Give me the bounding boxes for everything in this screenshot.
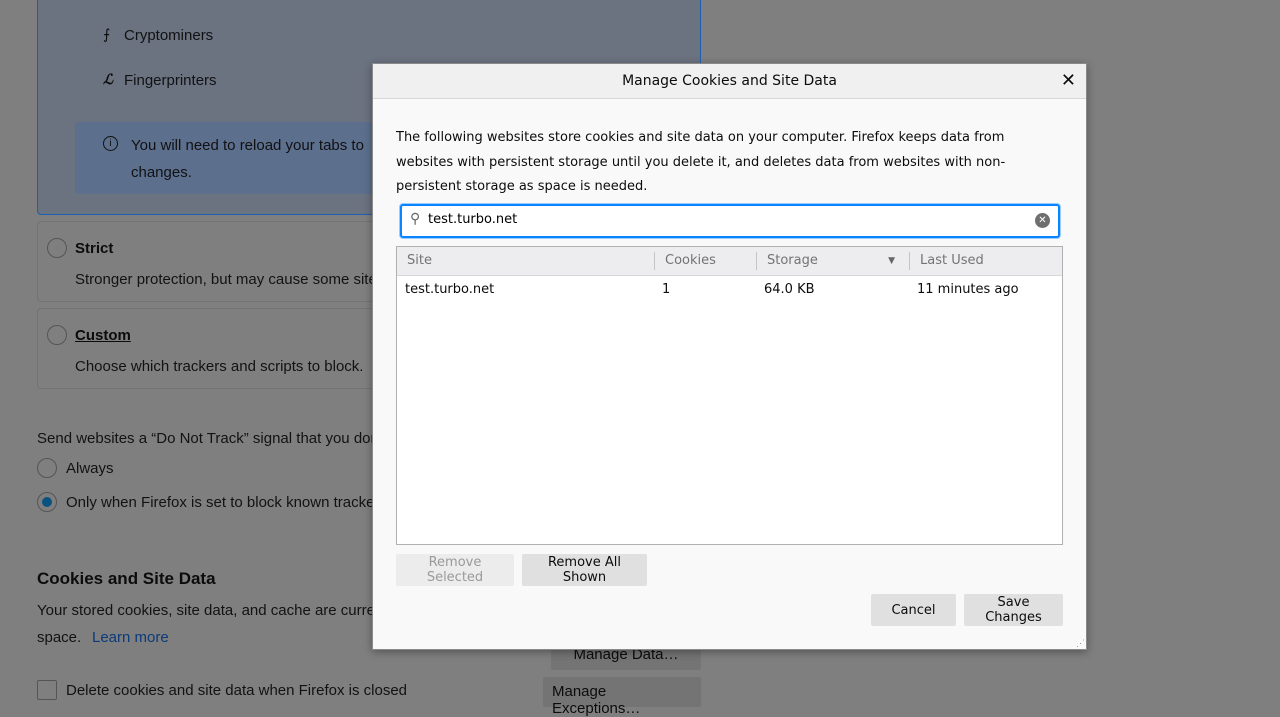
save-changes-button[interactable]: Save Changes bbox=[964, 594, 1063, 626]
manage-cookies-dialog: Manage Cookies and Site Data ✕ The follo… bbox=[372, 63, 1087, 650]
cookies-desc-2: space. bbox=[37, 629, 82, 646]
dialog-header: Manage Cookies and Site Data bbox=[373, 64, 1086, 99]
remove-selected-button[interactable]: Remove Selected bbox=[396, 554, 514, 586]
cell-last-used: 11 minutes ago bbox=[917, 282, 1019, 297]
fingerprinter-icon: ℒ bbox=[103, 71, 114, 87]
remove-all-shown-button[interactable]: Remove All Shown bbox=[522, 554, 647, 586]
strict-desc: Stronger protection, but may cause some … bbox=[75, 271, 377, 288]
close-icon[interactable]: ✕ bbox=[1061, 64, 1076, 97]
tracker-cryptominers: Cryptominers bbox=[124, 27, 214, 44]
cryptominer-icon: ⨍ bbox=[103, 26, 111, 42]
table-header: Site Cookies Storage ▼ Last Used bbox=[397, 247, 1062, 276]
delete-on-close-label: Delete cookies and site data when Firefo… bbox=[66, 682, 408, 699]
cell-storage: 64.0 KB bbox=[764, 282, 815, 297]
custom-radio[interactable] bbox=[47, 325, 67, 345]
column-storage[interactable]: Storage ▼ bbox=[756, 252, 909, 270]
custom-label: Custom bbox=[75, 327, 131, 344]
column-site[interactable]: Site bbox=[397, 247, 432, 275]
dnt-always-radio[interactable] bbox=[37, 458, 57, 478]
dnt-only-label: Only when Firefox is set to block known … bbox=[66, 494, 380, 511]
cell-site: test.turbo.net bbox=[405, 282, 495, 297]
search-icon: ⚲ bbox=[410, 210, 421, 226]
cell-cookies: 1 bbox=[662, 282, 671, 297]
manage-exceptions-label: Manage Exceptions… bbox=[552, 683, 641, 717]
strict-label: Strict bbox=[75, 240, 114, 257]
search-field[interactable]: ⚲ ✕ bbox=[400, 204, 1060, 238]
learn-more-link[interactable]: Learn more bbox=[92, 629, 169, 646]
column-cookies[interactable]: Cookies bbox=[654, 252, 716, 270]
manage-exceptions-button[interactable]: Manage Exceptions… bbox=[543, 677, 701, 717]
search-input[interactable] bbox=[428, 212, 1028, 227]
custom-desc: Choose which trackers and scripts to blo… bbox=[75, 358, 364, 375]
clear-search-icon[interactable]: ✕ bbox=[1035, 213, 1050, 228]
table-row[interactable]: test.turbo.net 1 64.0 KB 11 minutes ago bbox=[397, 276, 1062, 304]
dnt-label: Send websites a “Do Not Track” signal th… bbox=[37, 430, 379, 447]
strict-radio[interactable] bbox=[47, 238, 67, 258]
sites-table: Site Cookies Storage ▼ Last Used test.tur… bbox=[396, 246, 1063, 545]
delete-on-close-checkbox[interactable] bbox=[37, 680, 57, 700]
dialog-title: Manage Cookies and Site Data bbox=[622, 73, 837, 89]
resize-grip-icon[interactable]: ⋰ bbox=[1076, 638, 1085, 649]
cancel-button[interactable]: Cancel bbox=[871, 594, 956, 626]
info-icon: i bbox=[103, 136, 118, 151]
column-storage-label: Storage bbox=[767, 253, 818, 268]
reload-notice-text-2: changes. bbox=[131, 164, 192, 181]
cookies-desc: Your stored cookies, site data, and cach… bbox=[37, 602, 384, 619]
tracker-fingerprinters: Fingerprinters bbox=[124, 72, 217, 89]
column-last-used[interactable]: Last Used bbox=[909, 252, 984, 270]
dnt-always-label: Always bbox=[66, 460, 114, 477]
reload-notice-text: You will need to reload your tabs to bbox=[131, 137, 364, 154]
dnt-only-radio[interactable] bbox=[37, 492, 57, 512]
dialog-description: The following websites store cookies and… bbox=[396, 130, 1006, 194]
sort-descending-icon: ▼ bbox=[888, 256, 895, 266]
cookies-heading: Cookies and Site Data bbox=[37, 569, 216, 588]
